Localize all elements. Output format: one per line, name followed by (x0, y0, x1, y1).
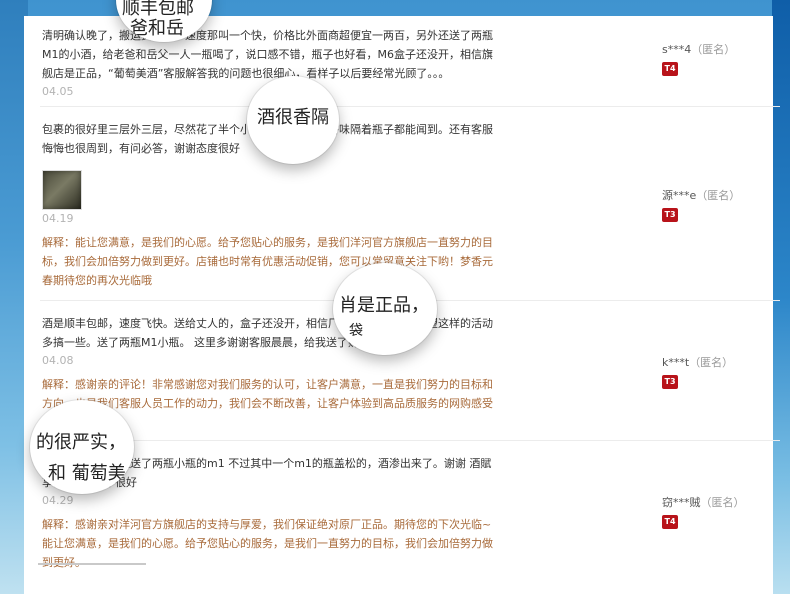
reviewer-name[interactable]: 源***e (662, 189, 696, 202)
magnifier-lens: 的很严实， 和 葡萄美 (30, 400, 134, 494)
reply-label: 解释： (42, 236, 75, 249)
review-date: 04.19 (42, 212, 74, 225)
magnified-text: 肖是正品， (339, 295, 429, 316)
reply-text: 感谢亲的评论！非常感谢您对我们服务的认可，让客户满意，一直是我们努力的目标和方向… (42, 378, 493, 410)
magnified-text: 爸和岳 (130, 18, 184, 39)
tier-badge-icon[interactable]: T4 (662, 62, 678, 76)
tier-badge-icon[interactable]: T3 (662, 208, 678, 222)
magnified-text: 酒很香隔 (257, 107, 329, 128)
reviewer-name[interactable]: s***4 (662, 43, 691, 56)
reply-label: 解释： (42, 518, 75, 531)
magnified-text: 的很严实， (36, 432, 126, 453)
magnified-text: 袋 (349, 323, 363, 339)
review-photo-thumbnail[interactable] (42, 170, 82, 210)
horizontal-scrollbar[interactable] (38, 563, 146, 565)
review-item: 包装的很严实，还送了两瓶小瓶的m1 不过其中一个m1的瓶盖松的，酒渗出来了。谢谢… (40, 440, 780, 590)
magnified-text: 和 葡萄美 (48, 463, 126, 484)
magnifier-lens: 肖是正品， 袋 (333, 263, 437, 355)
anonymous-tag: （匿名） (700, 496, 745, 509)
tier-badge-icon[interactable]: T4 (662, 515, 678, 529)
review-text: 清明确认晚了，搬运费收得，速度那叫一个快，价格比外面商超便宜一两百，另外还送了两… (42, 29, 493, 80)
anonymous-tag: （匿名） (696, 189, 741, 202)
reviewer: 窃***贼（匿名） T4 (662, 494, 782, 529)
reviewer: 源***e（匿名） T3 (662, 187, 782, 222)
reviewer-name[interactable]: 窃***贼 (662, 496, 701, 509)
reply-label: 解释： (42, 378, 75, 391)
anonymous-tag: （匿名） (689, 356, 734, 369)
reply-text: 感谢亲对洋河官方旗舰店的支持与厚爱，我们保证绝对原厂正品。期待您的下次光临~能让… (42, 518, 493, 569)
review-date: 04.08 (42, 354, 74, 367)
reviewer-name[interactable]: k***t (662, 356, 689, 369)
review-date: 04.29 (42, 494, 74, 507)
reviewer: k***t（匿名） T3 (662, 354, 782, 389)
magnified-text: 顺丰包邮 (122, 0, 194, 19)
magnifier-lens: 酒很香隔 (247, 76, 339, 164)
tier-badge-icon[interactable]: T3 (662, 375, 678, 389)
reviewer: s***4（匿名） T4 (662, 41, 782, 76)
anonymous-tag: （匿名） (691, 43, 736, 56)
